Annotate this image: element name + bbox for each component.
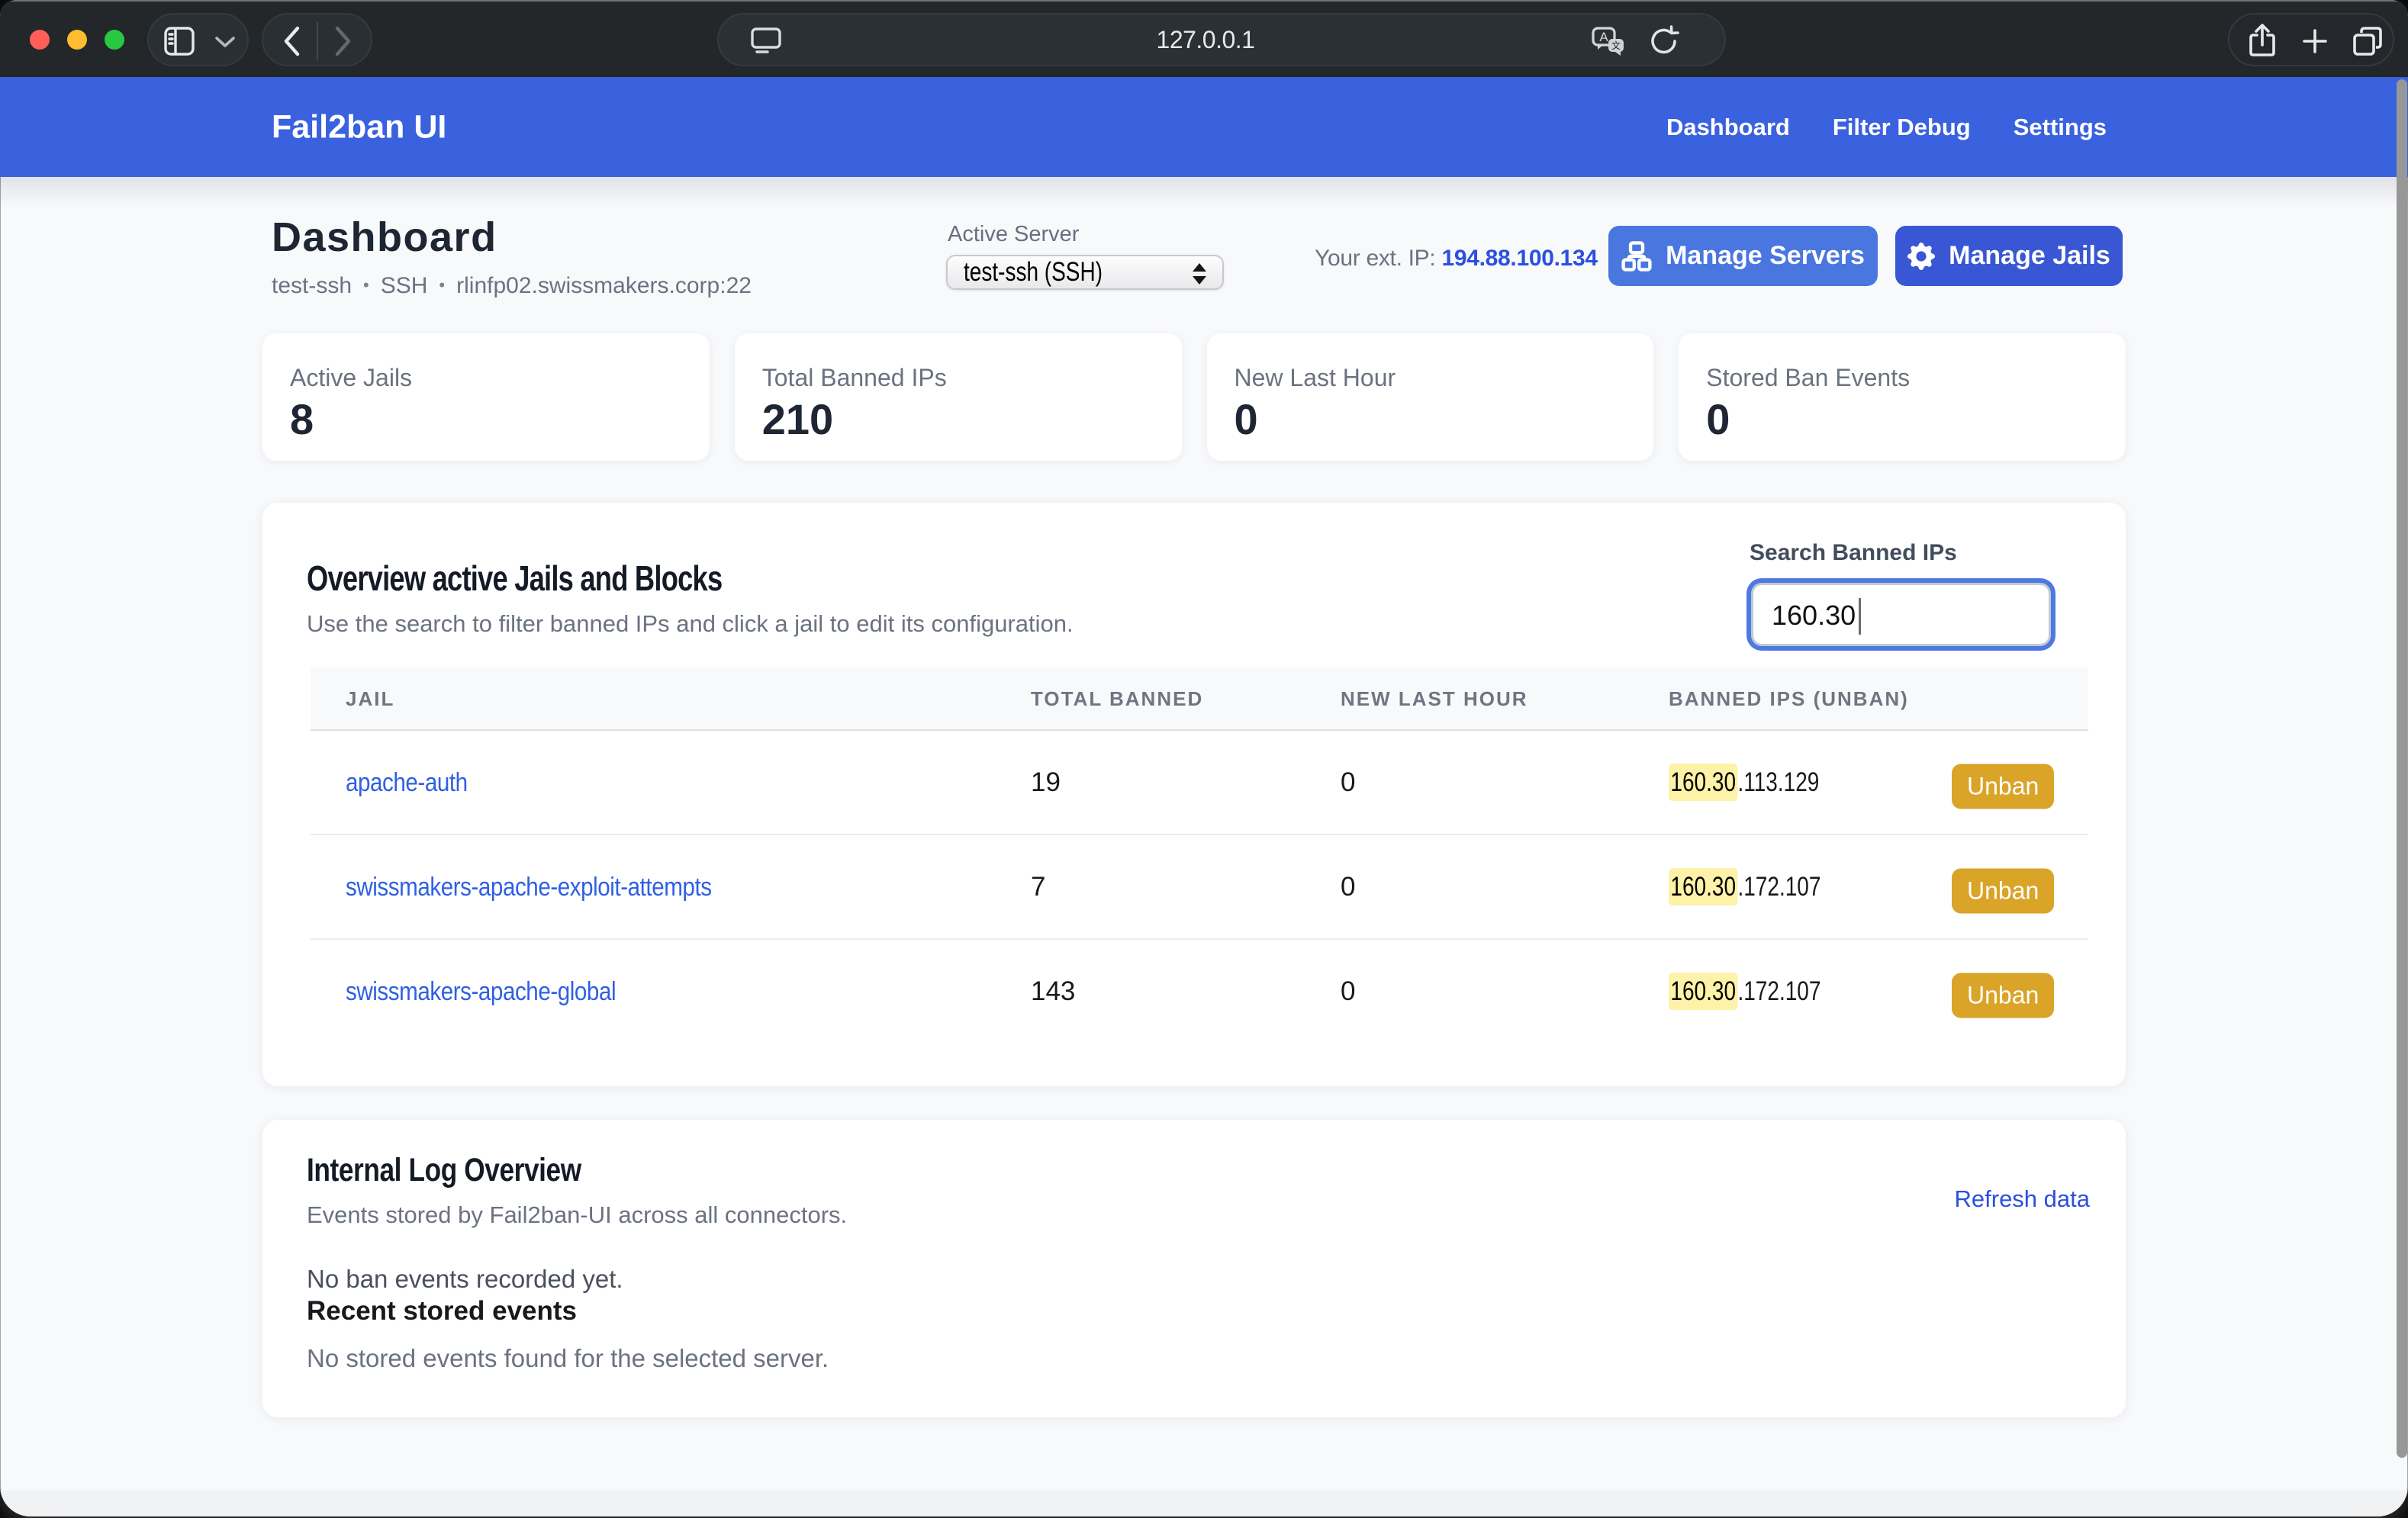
svg-text:文: 文 [1611,40,1621,51]
svg-text:A: A [1599,30,1608,44]
